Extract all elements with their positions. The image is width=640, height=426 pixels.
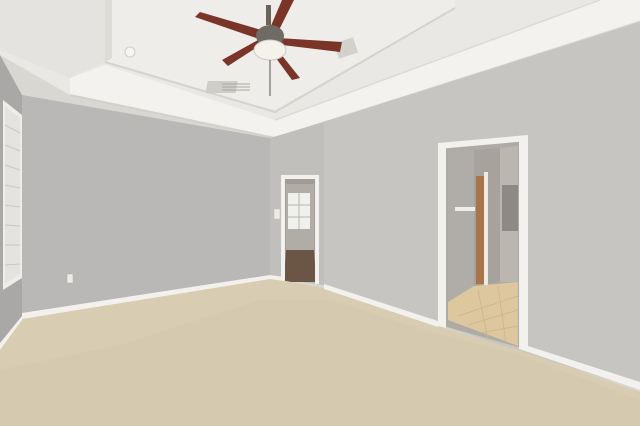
window-blinds [5,106,20,284]
hall-door-trim-right [315,176,319,284]
bath-left-wall [448,150,474,302]
bathroom-doorway [438,135,528,352]
smoke-detector [124,46,136,58]
ceiling-tray-inner-shadow [105,0,112,62]
light-switch [273,208,281,220]
hall-door-trim-left [281,176,285,282]
hall-floor [284,250,316,282]
hall-door-trim-top [281,175,319,179]
fan-downrod [266,5,271,25]
bath-trim-right [519,136,528,352]
bath-mirror [502,185,518,231]
bath-inner-door-trim [484,172,488,286]
fan-light-bowl [253,39,287,61]
hall-doorway [281,175,319,284]
ceiling-left-band [0,0,105,78]
wall-outlet [66,273,74,284]
towel-bar [455,207,475,211]
bath-trim-left [438,145,446,328]
room-photo [0,0,640,426]
bath-wood-door [476,176,484,284]
window-with-blinds [3,100,22,290]
